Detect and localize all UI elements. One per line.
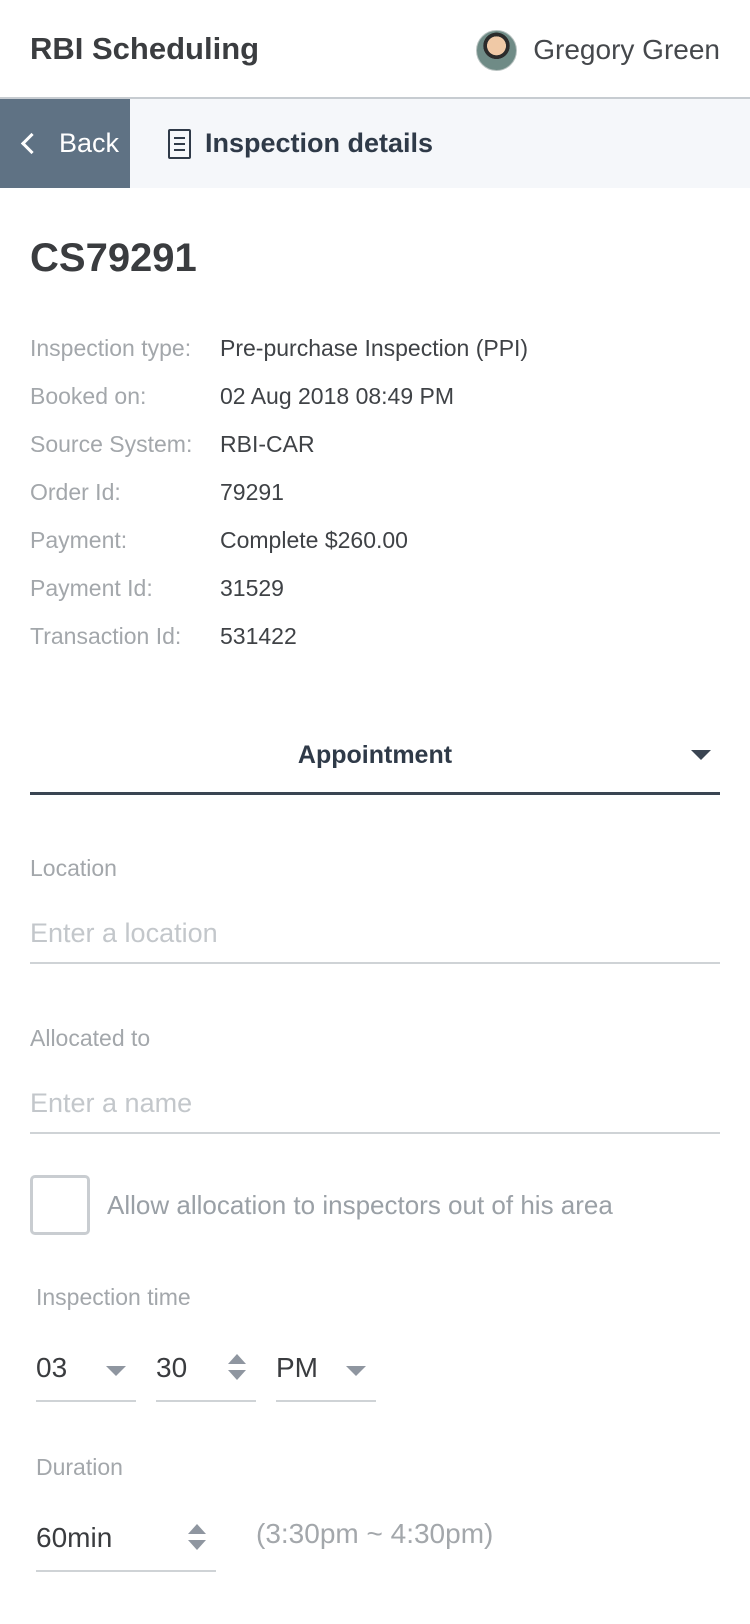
allocated-to-label: Allocated to <box>30 1025 151 1051</box>
detail-value: 02 Aug 2018 08:49 PM <box>220 382 455 409</box>
location-label: Location <box>30 855 117 881</box>
hour-value: 03 <box>36 1352 68 1383</box>
spinner-icon[interactable] <box>188 1524 206 1550</box>
hour-select[interactable]: 03 <box>36 1344 136 1402</box>
detail-value: 79291 <box>220 478 284 505</box>
inspection-time-label: Inspection time <box>36 1284 191 1310</box>
location-input[interactable] <box>30 904 720 964</box>
detail-row: Inspection type: Pre-purchase Inspection… <box>30 324 720 372</box>
detail-row: Source System: RBI-CAR <box>30 420 720 468</box>
duration-range: (3:30pm ~ 4:30pm) <box>256 1518 494 1549</box>
detail-value: Complete $260.00 <box>220 526 408 553</box>
duration-label: Duration <box>36 1454 123 1480</box>
detail-row: Payment Id: 31529 <box>30 564 720 612</box>
sub-nav: Back Inspection details <box>0 99 750 188</box>
minute-value: 30 <box>156 1352 188 1383</box>
page-title: Inspection details <box>168 99 433 188</box>
detail-row: Booked on: 02 Aug 2018 08:49 PM <box>30 372 720 420</box>
detail-label: Order Id: <box>30 478 121 505</box>
duration-stepper[interactable]: 60min <box>36 1514 216 1572</box>
app-root: RBI Scheduling Gregory Green Back Inspec… <box>0 0 750 1624</box>
out-of-area-option[interactable]: Allow allocation to inspectors out of hi… <box>30 1175 613 1235</box>
avatar[interactable] <box>476 29 518 71</box>
detail-value: 31529 <box>220 574 284 601</box>
minute-stepper[interactable]: 30 <box>156 1344 256 1402</box>
detail-label: Transaction Id: <box>30 622 182 649</box>
detail-value: Pre-purchase Inspection (PPI) <box>220 334 529 361</box>
page-title-text: Inspection details <box>205 128 434 158</box>
detail-label: Inspection type: <box>30 334 192 361</box>
caret-down-icon <box>691 750 711 760</box>
spinner-icon[interactable] <box>228 1354 246 1380</box>
app-header: RBI Scheduling Gregory Green <box>0 0 750 99</box>
allocated-to-input[interactable] <box>30 1074 720 1134</box>
detail-label: Payment Id: <box>30 574 153 601</box>
caret-down-icon <box>346 1366 366 1376</box>
caret-down-icon <box>106 1366 126 1376</box>
app-title: RBI Scheduling <box>30 31 260 66</box>
back-button-label: Back <box>59 128 120 158</box>
appointment-section-title: Appointment <box>297 741 453 769</box>
out-of-area-checkbox[interactable] <box>30 1175 90 1235</box>
detail-row: Transaction Id: 531422 <box>30 612 720 660</box>
chevron-left-icon <box>20 132 43 155</box>
document-icon <box>168 128 191 159</box>
detail-label: Source System: <box>30 430 193 457</box>
detail-value: RBI-CAR <box>220 430 315 457</box>
user-name[interactable]: Gregory Green <box>533 34 720 66</box>
order-details: Inspection type: Pre-purchase Inspection… <box>30 324 720 660</box>
ampm-select[interactable]: PM <box>276 1344 376 1402</box>
ampm-value: PM <box>276 1352 318 1383</box>
user-menu[interactable]: Gregory Green <box>476 28 720 72</box>
detail-row: Payment: Complete $260.00 <box>30 516 720 564</box>
detail-value: 531422 <box>220 622 297 649</box>
back-button[interactable]: Back <box>0 99 130 188</box>
order-id: CS79291 <box>30 236 197 280</box>
duration-value: 60min <box>36 1522 113 1553</box>
detail-label: Payment: <box>30 526 128 553</box>
detail-row: Order Id: 79291 <box>30 468 720 516</box>
out-of-area-label[interactable]: Allow allocation to inspectors out of hi… <box>107 1190 613 1221</box>
appointment-section-toggle[interactable]: Appointment <box>30 708 720 795</box>
detail-label: Booked on: <box>30 382 147 409</box>
